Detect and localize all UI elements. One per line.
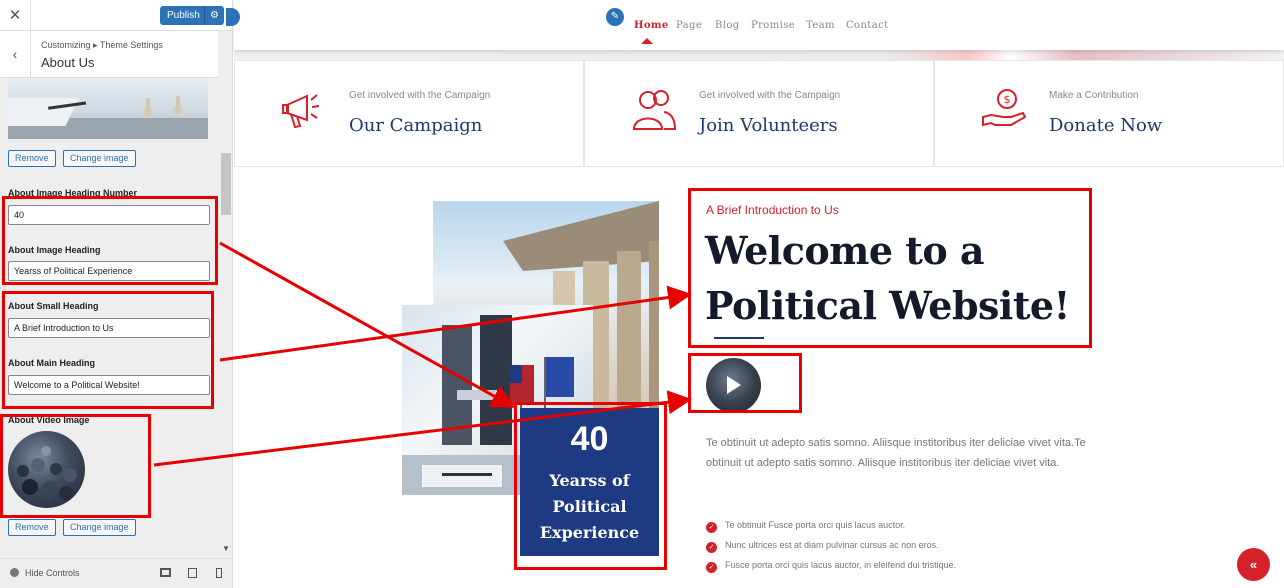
highlight-heading-fields — [2, 291, 214, 409]
customizer-footer: Hide Controls — [0, 558, 232, 588]
remove-video-image-button[interactable]: Remove — [8, 519, 56, 536]
back-button[interactable]: ‹ — [0, 31, 31, 78]
change-video-image-button[interactable]: Change image — [63, 519, 136, 536]
nav-contact[interactable]: Contact — [846, 20, 889, 31]
collapse-icon — [10, 568, 19, 577]
desk-image — [8, 96, 208, 139]
active-nav-indicator — [641, 38, 653, 44]
publish-label: Publish — [167, 10, 200, 21]
svg-text:$: $ — [1004, 93, 1011, 106]
list-item: ✓ Te obtinuit Fusce porta orci quis lacus… — [706, 520, 905, 533]
check-icon: ✓ — [706, 542, 717, 553]
close-customizer-button[interactable]: ✕ — [0, 0, 31, 31]
gear-icon[interactable]: ⚙ — [204, 6, 224, 25]
highlight-heading-block — [688, 188, 1092, 348]
donate-hand-icon: $ — [982, 89, 1027, 127]
tablet-preview-icon[interactable] — [188, 568, 197, 578]
list-item-text: Te obtinuit Fusce porta orci quis lacus … — [725, 520, 906, 530]
list-item: ✓ Fusce porta orci quis lacus auctor, in … — [706, 560, 956, 573]
nav-blog[interactable]: Blog — [715, 20, 740, 31]
change-image-button[interactable]: Change image — [63, 150, 136, 167]
section-header: ‹ Customizing ▸ Theme Settings About Us — [0, 31, 218, 78]
hero-banner-edge — [234, 50, 1284, 60]
nav-home[interactable]: Home — [634, 20, 669, 31]
customizer-topbar: ✕ Publish ⚙ — [0, 0, 232, 31]
check-icon: ✓ — [706, 562, 717, 573]
mobile-preview-icon[interactable] — [216, 568, 222, 578]
highlight-experience-badge — [514, 402, 667, 570]
scroll-down-arrow-icon[interactable]: ▼ — [222, 544, 230, 553]
nav-promise[interactable]: Promise — [751, 20, 795, 31]
highlight-video-button — [688, 353, 802, 413]
breadcrumb: Customizing ▸ Theme Settings — [41, 40, 163, 50]
about-image-thumbnail — [8, 78, 208, 139]
feature-title[interactable]: Join Volunteers — [699, 115, 838, 136]
sidebar-scrollbar-thumb[interactable] — [221, 153, 231, 215]
feature-title[interactable]: Our Campaign — [349, 115, 482, 136]
feature-card-campaign[interactable]: Get involved with the Campaign Our Campa… — [234, 60, 584, 167]
highlight-image-fields — [2, 196, 218, 285]
edit-pencil-icon[interactable]: ✎ — [606, 8, 624, 26]
megaphone-icon — [282, 94, 320, 129]
site-navigation: ✎ Home Page Blog Promise Team Contact — [234, 0, 1284, 50]
feature-card-donate[interactable]: $ Make a Contribution Donate Now — [934, 60, 1284, 167]
nav-page[interactable]: Page — [676, 20, 702, 31]
check-icon: ✓ — [706, 522, 717, 533]
about-paragraph: Te obtinuit ut adepto satis somno. Aliis… — [706, 437, 1086, 469]
list-item-text: Nunc ultrices est at diam pulvinar cursu… — [725, 540, 939, 550]
feature-caption: Make a Contribution — [1049, 90, 1139, 101]
feature-card-volunteers[interactable]: Get involved with the Campaign Join Volu… — [584, 60, 934, 167]
highlight-video-field — [0, 414, 151, 518]
publish-button[interactable]: Publish ⚙ — [160, 6, 224, 25]
feature-caption: Get involved with the Campaign — [699, 90, 841, 101]
section-title: About Us — [41, 55, 95, 70]
remove-image-button[interactable]: Remove — [8, 150, 56, 167]
desktop-preview-icon[interactable] — [160, 568, 171, 577]
feature-caption: Get involved with the Campaign — [349, 90, 491, 101]
list-item-text: Fusce porta orci quis lacus auctor, in e… — [725, 560, 957, 570]
scroll-to-top-button[interactable]: « — [1237, 548, 1270, 581]
hide-controls-label: Hide Controls — [25, 568, 80, 578]
nav-team[interactable]: Team — [806, 20, 835, 31]
feature-title[interactable]: Donate Now — [1049, 115, 1162, 136]
people-icon — [632, 90, 677, 130]
list-item: ✓ Nunc ultrices est at diam pulvinar curs… — [706, 540, 939, 553]
hide-controls-button[interactable]: Hide Controls — [10, 568, 80, 578]
